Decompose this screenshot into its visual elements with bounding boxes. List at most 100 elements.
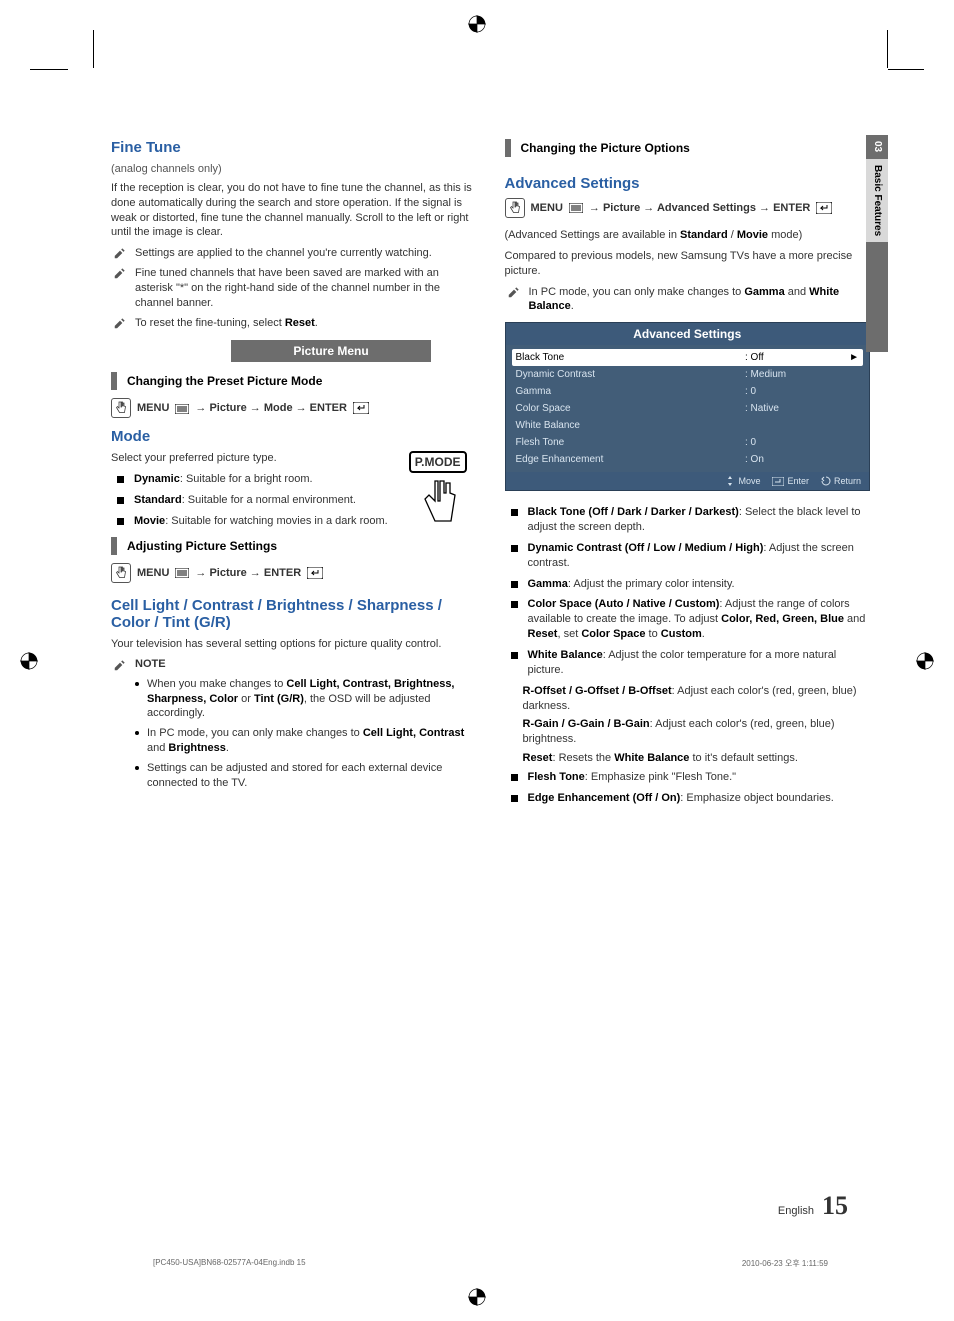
crop-tick bbox=[888, 69, 924, 70]
enter-icon bbox=[353, 402, 369, 414]
note-label: NOTE bbox=[135, 658, 166, 672]
list-item: Black Tone (Off / Dark / Darker / Darkes… bbox=[505, 505, 871, 535]
fine-tune-body: If the reception is clear, you do not ha… bbox=[111, 181, 477, 240]
imprint-file: [PC450-USA]BN68-02577A-04Eng.indb 15 bbox=[153, 1258, 306, 1269]
tab-bar bbox=[866, 242, 888, 352]
crop-tick bbox=[887, 30, 888, 68]
changing-bar: Changing the Picture Options bbox=[505, 139, 871, 157]
note-icon bbox=[113, 658, 127, 672]
note-text: To reset the fine-tuning, select Reset. bbox=[135, 316, 477, 331]
osd-row: Edge Enhancement: On bbox=[512, 451, 864, 468]
sub-item: Settings can be adjusted and stored for … bbox=[111, 761, 477, 791]
adv-p1: (Advanced Settings are available in Stan… bbox=[505, 228, 871, 243]
mode-heading: Mode bbox=[111, 428, 477, 445]
sub-item: In PC mode, you can only make changes to… bbox=[111, 726, 477, 756]
note-icon bbox=[113, 316, 127, 331]
crop-mark-icon bbox=[20, 652, 38, 670]
enter-icon bbox=[307, 567, 323, 579]
crop-tick bbox=[30, 69, 68, 70]
enter-icon bbox=[816, 202, 832, 214]
pointing-hand-icon bbox=[413, 473, 463, 533]
note-text: Fine tuned channels that have been saved… bbox=[135, 266, 477, 311]
osd-move: Move bbox=[725, 476, 760, 486]
remote-hand-icon bbox=[111, 398, 131, 418]
menu-icon bbox=[175, 567, 189, 579]
imprint-line: [PC450-USA]BN68-02577A-04Eng.indb 15 201… bbox=[153, 1258, 828, 1269]
list-item: Gamma: Adjust the primary color intensit… bbox=[505, 577, 871, 592]
indent-text: Reset: Resets the White Balance to it's … bbox=[505, 751, 871, 766]
crop-tick bbox=[93, 30, 94, 68]
list-item: Color Space (Auto / Native / Custom): Ad… bbox=[505, 597, 871, 642]
menu-path-text: → Picture → Mode → ENTER bbox=[195, 402, 347, 414]
left-column: Fine Tune (analog channels only) If the … bbox=[111, 139, 477, 812]
bar-stripe bbox=[111, 372, 117, 390]
page-footer: English 15 bbox=[778, 1191, 848, 1221]
osd-row: Color Space: Native bbox=[512, 400, 864, 417]
osd-enter: Enter bbox=[772, 476, 809, 486]
menu-path-text: → Picture → ENTER bbox=[195, 567, 301, 579]
menu-icon bbox=[569, 202, 583, 214]
osd-row: Flesh Tone: 0 bbox=[512, 434, 864, 451]
osd-body: Black Tone: Off►Dynamic Contrast: Medium… bbox=[506, 345, 870, 472]
menu-path: MENU → Picture → ENTER bbox=[111, 563, 477, 583]
chapter-number: 03 bbox=[866, 135, 888, 159]
chapter-label: Basic Features bbox=[866, 159, 888, 242]
adjust-bar: Adjusting Picture Settings bbox=[111, 537, 477, 555]
sub-item: When you make changes to Cell Light, Con… bbox=[111, 677, 477, 722]
fine-tune-sub: (analog channels only) bbox=[111, 162, 477, 177]
note-icon bbox=[113, 246, 127, 261]
menu-icon bbox=[175, 402, 189, 414]
fine-tune-heading: Fine Tune bbox=[111, 139, 477, 156]
osd-row: Gamma: 0 bbox=[512, 383, 864, 400]
cell-body: Your television has several setting opti… bbox=[111, 637, 477, 652]
cell-heading: Cell Light / Contrast / Brightness / Sha… bbox=[111, 597, 477, 631]
note-row: Settings are applied to the channel you'… bbox=[111, 246, 477, 261]
menu-label: MENU bbox=[137, 402, 169, 414]
adv-p2: Compared to previous models, new Samsung… bbox=[505, 249, 871, 279]
right-column: Changing the Picture Options Advanced Se… bbox=[505, 139, 871, 812]
pmode-label: P.MODE bbox=[409, 451, 467, 473]
osd-title: Advanced Settings bbox=[506, 323, 870, 345]
note-icon bbox=[113, 266, 127, 311]
osd-row: White Balance bbox=[512, 417, 864, 434]
note-icon bbox=[507, 285, 521, 315]
menu-path: MENU → Picture → Advanced Settings → ENT… bbox=[505, 198, 871, 218]
menu-label: MENU bbox=[531, 202, 563, 214]
note-text: In PC mode, you can only make changes to… bbox=[529, 285, 871, 315]
crop-mark-icon bbox=[468, 15, 486, 33]
list-item: Flesh Tone: Emphasize pink "Flesh Tone." bbox=[505, 770, 871, 785]
picture-menu-band: Picture Menu bbox=[231, 340, 431, 362]
osd-row: Black Tone: Off► bbox=[512, 349, 864, 366]
list-item: White Balance: Adjust the color temperat… bbox=[505, 648, 871, 678]
note-row: To reset the fine-tuning, select Reset. bbox=[111, 316, 477, 331]
pmode-graphic: P.MODE bbox=[409, 451, 467, 536]
note-row: Fine tuned channels that have been saved… bbox=[111, 266, 477, 311]
list-item: Edge Enhancement (Off / On): Emphasize o… bbox=[505, 791, 871, 806]
adv-heading: Advanced Settings bbox=[505, 175, 871, 192]
crop-mark-icon bbox=[468, 1288, 486, 1306]
menu-path-text: → Picture → Advanced Settings → ENTER bbox=[589, 202, 810, 214]
list-item: Dynamic Contrast (Off / Low / Medium / H… bbox=[505, 541, 871, 571]
osd-return: Return bbox=[821, 476, 861, 486]
imprint-date: 2010-06-23 오후 1:11:59 bbox=[742, 1258, 828, 1269]
menu-path: MENU → Picture → Mode → ENTER bbox=[111, 398, 477, 418]
side-tab: 03 Basic Features bbox=[866, 135, 888, 352]
bar-stripe bbox=[111, 537, 117, 555]
remote-hand-icon bbox=[111, 563, 131, 583]
bar-label: Changing the Picture Options bbox=[521, 141, 690, 155]
indent-text: R-Offset / G-Offset / B-Offset: Adjust e… bbox=[505, 684, 871, 714]
indent-text: R-Gain / G-Gain / B-Gain: Adjust each co… bbox=[505, 717, 871, 747]
note-text: Settings are applied to the channel you'… bbox=[135, 246, 477, 261]
footer-lang: English bbox=[778, 1205, 814, 1217]
osd-row: Dynamic Contrast: Medium bbox=[512, 366, 864, 383]
preset-mode-bar: Changing the Preset Picture Mode bbox=[111, 372, 477, 390]
bar-label: Changing the Preset Picture Mode bbox=[127, 374, 322, 388]
osd-footer: Move Enter Return bbox=[506, 472, 870, 490]
remote-hand-icon bbox=[505, 198, 525, 218]
bar-stripe bbox=[505, 139, 511, 157]
note-row: NOTE bbox=[111, 658, 477, 672]
menu-label: MENU bbox=[137, 567, 169, 579]
crop-mark-icon bbox=[916, 652, 934, 670]
note-row: In PC mode, you can only make changes to… bbox=[505, 285, 871, 315]
bar-label: Adjusting Picture Settings bbox=[127, 539, 277, 553]
